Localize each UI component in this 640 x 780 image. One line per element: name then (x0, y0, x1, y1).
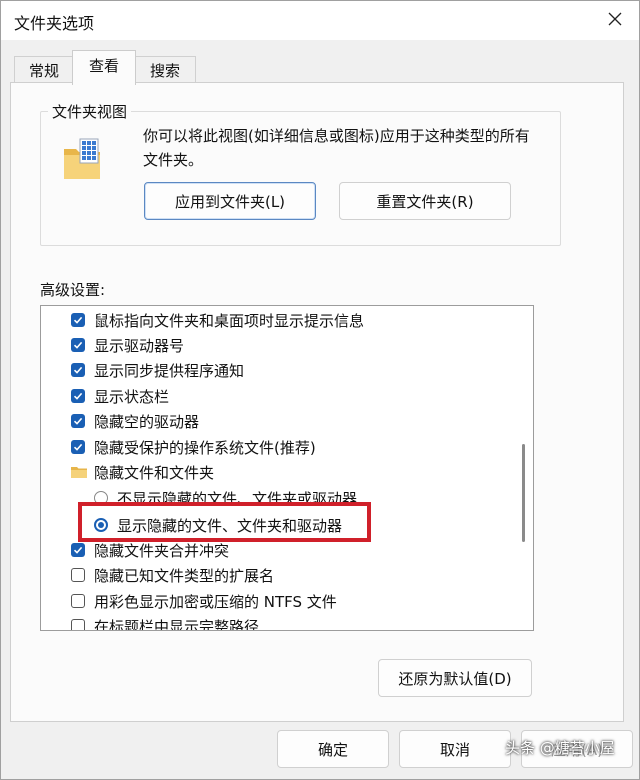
checkbox-checked[interactable] (71, 313, 85, 327)
checkmark-icon (73, 417, 83, 425)
tab-search[interactable]: 搜索 (134, 56, 196, 85)
checkbox-unchecked[interactable] (71, 619, 85, 630)
setting-row[interactable]: 隐藏已知文件类型的扩展名 (71, 563, 274, 587)
checkmark-icon (73, 366, 83, 374)
restore-defaults-label: 还原为默认值(D) (398, 669, 512, 688)
title-bar: 文件夹选项 (0, 0, 640, 40)
setting-label: 显示驱动器号 (94, 336, 185, 355)
highlight-box (78, 502, 371, 542)
checkmark-icon (73, 316, 83, 324)
setting-label: 用彩色显示加密或压缩的 NTFS 文件 (94, 592, 337, 611)
checkbox-unchecked[interactable] (71, 568, 85, 582)
window-title: 文件夹选项 (14, 14, 95, 33)
checkbox-unchecked[interactable] (71, 594, 85, 608)
apply-to-folders-label: 应用到文件夹(L) (174, 192, 286, 211)
setting-row[interactable]: 在标题栏中显示完整路径 (71, 614, 260, 631)
apply-to-folders-button[interactable]: 应用到文件夹(L) (144, 182, 316, 220)
folder-icon (71, 467, 87, 478)
tab-view-label: 查看 (88, 57, 119, 75)
cancel-button[interactable]: 取消 (399, 730, 511, 768)
folder-view-description: 你可以将此视图(如详细信息或图标)应用于这种类型的所有文件夹。 (143, 127, 530, 169)
folder-view-icon (62, 137, 104, 183)
checkbox-checked[interactable] (71, 543, 85, 557)
checkmark-icon (73, 443, 83, 451)
watermark: 头条 @糖苔小屋 (505, 739, 615, 757)
checkbox-checked[interactable] (71, 414, 85, 428)
tab-view[interactable]: 查看 (72, 50, 136, 85)
setting-label: 显示同步提供程序通知 (94, 361, 245, 380)
tab-general-label: 常规 (28, 62, 59, 80)
checkmark-icon (73, 341, 83, 349)
setting-label: 隐藏已知文件类型的扩展名 (94, 566, 275, 585)
tab-search-label: 搜索 (149, 62, 180, 80)
setting-label: 隐藏文件夹合并冲突 (94, 541, 230, 560)
setting-row[interactable]: 鼠标指向文件夹和桌面项时显示提示信息 (71, 308, 364, 332)
close-button[interactable] (598, 4, 632, 34)
setting-row[interactable]: 显示驱动器号 (71, 333, 184, 357)
cancel-label: 取消 (439, 740, 470, 759)
setting-label: 在标题栏中显示完整路径 (94, 617, 260, 631)
folder-view-legend: 文件夹视图 (48, 101, 132, 122)
setting-row[interactable]: 隐藏受保护的操作系统文件(推荐) (71, 435, 316, 459)
checkmark-icon (73, 546, 83, 554)
checkbox-checked[interactable] (71, 389, 85, 403)
checkbox-checked[interactable] (71, 363, 85, 377)
close-icon (608, 12, 622, 26)
ok-label: 确定 (317, 740, 348, 759)
scrollbar-thumb[interactable] (522, 444, 525, 542)
advanced-settings-list[interactable]: 鼠标指向文件夹和桌面项时显示提示信息 显示驱动器号 显示同步提供程序通知 显示状… (40, 305, 534, 631)
restore-defaults-button[interactable]: 还原为默认值(D) (378, 659, 532, 697)
setting-row[interactable]: 显示状态栏 (71, 384, 169, 408)
checkbox-checked[interactable] (71, 338, 85, 352)
setting-label: 隐藏受保护的操作系统文件(推荐) (94, 438, 316, 457)
tab-general[interactable]: 常规 (14, 56, 74, 85)
advanced-settings-label: 高级设置: (40, 281, 106, 299)
setting-label: 显示状态栏 (94, 387, 170, 406)
checkbox-checked[interactable] (71, 440, 85, 454)
checkmark-icon (73, 392, 83, 400)
setting-label: 鼠标指向文件夹和桌面项时显示提示信息 (94, 311, 365, 330)
setting-row[interactable]: 用彩色显示加密或压缩的 NTFS 文件 (71, 589, 337, 613)
ok-button[interactable]: 确定 (277, 730, 389, 768)
setting-row[interactable]: 显示同步提供程序通知 (71, 358, 244, 382)
list-scrollbar[interactable] (513, 306, 533, 630)
setting-group-row: 隐藏文件和文件夹 (71, 460, 214, 484)
setting-group-label: 隐藏文件和文件夹 (94, 463, 215, 482)
setting-row[interactable]: 隐藏空的驱动器 (71, 409, 199, 433)
setting-label: 隐藏空的驱动器 (94, 412, 200, 431)
reset-folders-button[interactable]: 重置文件夹(R) (339, 182, 511, 220)
reset-folders-label: 重置文件夹(R) (376, 192, 474, 211)
